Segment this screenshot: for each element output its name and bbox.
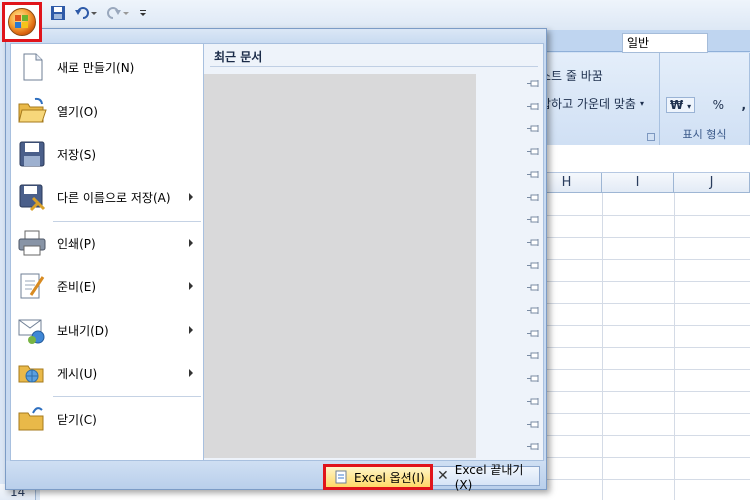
menu-separator — [53, 396, 201, 397]
printer-icon — [17, 228, 47, 258]
menu-item-save[interactable]: 저장(S) — [11, 133, 203, 175]
menu-item-print[interactable]: 인쇄(P) — [11, 222, 203, 264]
pin-icon[interactable] — [526, 101, 540, 111]
number-group-label: 표시 형식 — [682, 128, 727, 141]
number-format-value: 일반 — [627, 36, 650, 50]
recent-documents-panel: 최근 문서 — [204, 43, 544, 473]
excel-exit-button[interactable]: ✕ Excel 끝내기(X) — [430, 463, 540, 492]
save-disk-icon — [17, 139, 47, 169]
menu-bottom-bar: Excel 옵션(I) ✕ Excel 끝내기(X) — [6, 461, 546, 492]
excel-options-label: Excel 옵션(I) — [354, 470, 425, 485]
menu-item-send-label: 보내기(D) — [57, 323, 109, 338]
new-document-icon — [17, 52, 47, 82]
pin-icon[interactable] — [526, 78, 540, 88]
save-as-icon — [17, 182, 47, 212]
pin-icon[interactable] — [526, 146, 540, 156]
comma-button[interactable]: , — [741, 98, 746, 112]
menu-item-new[interactable]: 새로 만들기(N) — [11, 46, 203, 88]
currency-symbol: ₩ — [670, 98, 684, 112]
number-format-select[interactable]: 일반 — [622, 33, 708, 53]
pin-icon[interactable] — [526, 282, 540, 292]
options-doc-icon — [334, 470, 348, 484]
pin-icon[interactable] — [526, 169, 540, 179]
pin-icon[interactable] — [526, 214, 540, 224]
quick-access-toolbar — [50, 4, 148, 22]
pin-icon[interactable] — [526, 328, 540, 338]
column-header-j[interactable]: J — [674, 173, 750, 193]
alignment-dialog-launcher-icon[interactable] — [647, 133, 655, 141]
merge-dropdown-icon[interactable]: ▾ — [640, 99, 644, 108]
send-icon — [17, 315, 47, 345]
menu-item-close[interactable]: 닫기(C) — [11, 398, 203, 440]
exit-x-icon: ✕ — [437, 468, 449, 484]
percent-button[interactable]: % — [713, 98, 724, 112]
submenu-arrow-icon — [189, 369, 193, 377]
save-icon[interactable] — [50, 5, 66, 21]
merge-center-label: 합하고 가운데 맞춤 — [540, 96, 636, 111]
menu-item-new-label: 새로 만들기(N) — [57, 60, 135, 75]
title-bar — [0, 0, 750, 30]
pin-icon[interactable] — [526, 350, 540, 360]
submenu-arrow-icon — [189, 326, 193, 334]
excel-options-button[interactable]: Excel 옵션(I) — [323, 464, 433, 490]
pin-icon[interactable] — [526, 373, 540, 383]
pin-icon[interactable] — [526, 419, 540, 429]
column-h-label: H — [561, 175, 572, 190]
office-button[interactable] — [2, 2, 42, 42]
menu-item-close-label: 닫기(C) — [57, 412, 97, 427]
menu-item-prepare[interactable]: 준비(E) — [11, 265, 203, 307]
currency-button[interactable]: ₩ ▾ — [666, 97, 696, 113]
column-i-label: I — [635, 175, 640, 190]
recent-documents-title: 최근 문서 — [214, 50, 263, 64]
customize-qat-icon[interactable] — [138, 5, 148, 21]
menu-item-save-label: 저장(S) — [57, 147, 97, 162]
pin-icon[interactable] — [526, 123, 540, 133]
menu-item-prepare-label: 준비(E) — [57, 279, 97, 294]
pin-icon[interactable] — [526, 396, 540, 406]
number-format-buttons: ₩ ▾ % , — [666, 95, 746, 115]
redo-dropdown-icon[interactable] — [122, 5, 130, 21]
pin-icon[interactable] — [526, 260, 540, 270]
column-j-label: J — [709, 175, 714, 190]
menu-item-open-label: 열기(O) — [57, 104, 98, 119]
pin-icon[interactable] — [526, 192, 540, 202]
submenu-arrow-icon — [189, 282, 193, 290]
close-folder-icon — [17, 404, 47, 434]
wrap-text-button[interactable]: 스트 줄 바꿈 — [540, 65, 603, 85]
menu-commands-panel: 새로 만들기(N) 열기(O) 저장(S) 다른 이름으로 저장(A) 인쇄(P… — [10, 43, 204, 461]
submenu-arrow-icon — [189, 239, 193, 247]
grid-col-line — [674, 193, 675, 500]
menu-item-publish-label: 게시(U) — [57, 366, 98, 381]
recent-documents-list[interactable] — [204, 74, 476, 458]
undo-dropdown-icon[interactable] — [90, 5, 98, 21]
number-group: ₩ ▾ % , 표시 형식 — [660, 53, 750, 145]
excel-exit-label: Excel 끝내기(X) — [454, 462, 524, 492]
menu-item-open[interactable]: 열기(O) — [11, 90, 203, 132]
currency-dropdown-icon[interactable]: ▾ — [687, 102, 691, 111]
pin-icon[interactable] — [526, 305, 540, 315]
office-logo-icon — [15, 15, 29, 29]
menu-item-publish[interactable]: 게시(U) — [11, 352, 203, 394]
menu-item-save-as[interactable]: 다른 이름으로 저장(A) — [11, 176, 203, 218]
wrap-text-label: 스트 줄 바꿈 — [540, 68, 603, 83]
menu-item-send[interactable]: 보내기(D) — [11, 309, 203, 351]
undo-icon[interactable] — [74, 5, 90, 21]
alignment-group: 스트 줄 바꿈 합하고 가운데 맞춤 ▾ — [540, 53, 660, 145]
merge-center-button[interactable]: 합하고 가운데 맞춤 ▾ — [540, 93, 644, 113]
pin-icon[interactable] — [526, 441, 540, 451]
menu-item-print-label: 인쇄(P) — [57, 236, 96, 251]
pin-icon[interactable] — [526, 237, 540, 247]
menu-item-save-as-label: 다른 이름으로 저장(A) — [57, 190, 171, 205]
prepare-icon — [17, 271, 47, 301]
submenu-arrow-icon — [189, 193, 193, 201]
grid-col-line — [602, 193, 603, 500]
redo-icon[interactable] — [106, 5, 122, 21]
column-header-i[interactable]: I — [602, 173, 674, 193]
menu-top-strip — [6, 29, 546, 43]
office-menu: 새로 만들기(N) 열기(O) 저장(S) 다른 이름으로 저장(A) 인쇄(P… — [5, 28, 547, 492]
recent-divider — [210, 66, 538, 67]
open-folder-icon — [17, 96, 47, 126]
publish-icon — [17, 358, 47, 388]
